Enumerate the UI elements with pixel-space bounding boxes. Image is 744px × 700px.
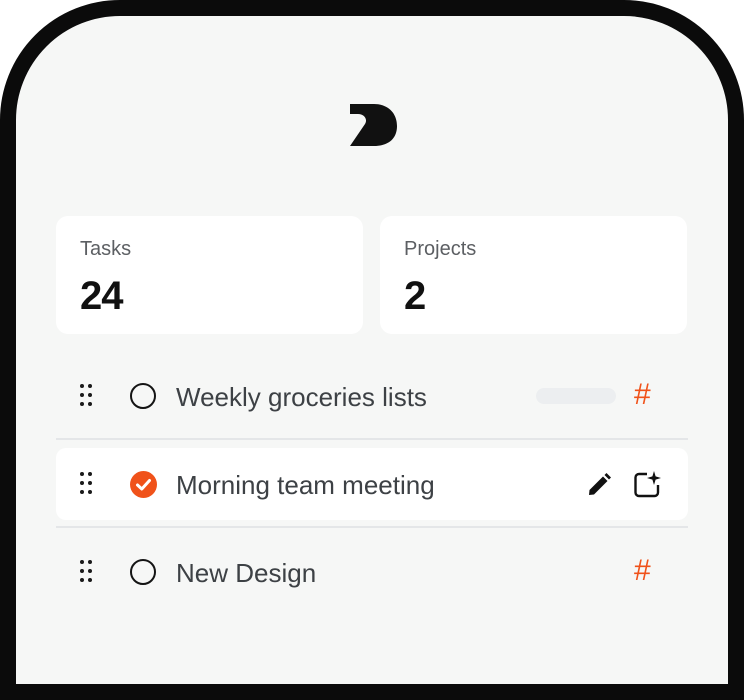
hash-icon[interactable]: # — [634, 378, 651, 412]
divider — [56, 526, 688, 528]
drag-handle-icon[interactable] — [80, 472, 94, 496]
pencil-icon[interactable] — [584, 470, 614, 500]
drag-handle-icon[interactable] — [80, 384, 94, 408]
check-icon — [136, 479, 151, 491]
task-tag-placeholder — [536, 388, 616, 404]
ai-sparkle-icon[interactable] — [632, 470, 662, 500]
task-row[interactable]: New Design # — [56, 536, 688, 608]
projects-stat-label: Projects — [404, 238, 477, 260]
task-title: Morning team meeting — [176, 470, 435, 500]
task-row[interactable]: Weekly groceries lists # — [56, 360, 688, 432]
projects-stat-value: 2 — [404, 274, 426, 318]
tasks-stat-label: Tasks — [80, 238, 132, 260]
tasks-stat-value: 24 — [80, 274, 123, 318]
tasks-stat-card[interactable]: Tasks 24 — [56, 216, 363, 334]
hash-icon[interactable]: # — [634, 554, 651, 588]
task-checkbox-checked[interactable] — [130, 471, 157, 498]
task-checkbox[interactable] — [130, 559, 156, 585]
task-row-selected[interactable]: Morning team meeting — [56, 448, 688, 520]
phone-frame: Tasks 24 Projects 2 Weekly groceries lis… — [0, 0, 744, 700]
divider — [56, 438, 688, 440]
logo-icon — [350, 104, 397, 146]
task-title: Weekly groceries lists — [176, 382, 427, 412]
task-title: New Design — [176, 558, 317, 588]
projects-stat-card[interactable]: Projects 2 — [380, 216, 687, 334]
task-checkbox[interactable] — [130, 383, 156, 409]
